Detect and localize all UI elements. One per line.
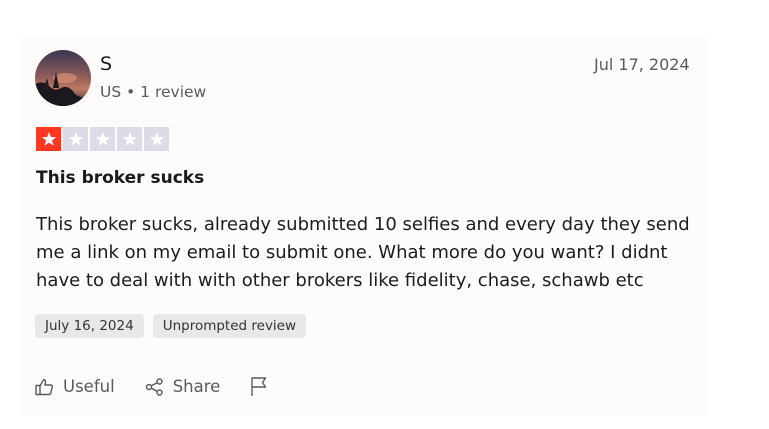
review-title[interactable]: This broker sucks bbox=[36, 168, 204, 188]
share-button[interactable]: Share bbox=[145, 377, 221, 396]
useful-button[interactable]: Useful bbox=[35, 377, 115, 396]
star-icon bbox=[41, 132, 56, 146]
star-icon bbox=[95, 132, 110, 146]
star-empty bbox=[63, 127, 88, 151]
review-actions: Useful Share bbox=[35, 376, 268, 397]
review-tags: July 16, 2024 Unprompted review bbox=[35, 314, 307, 338]
share-icon bbox=[145, 377, 164, 396]
star-icon bbox=[122, 132, 137, 146]
reviewer-name[interactable]: S bbox=[100, 53, 112, 75]
thumbs-up-icon bbox=[35, 378, 54, 396]
star-empty bbox=[144, 127, 169, 151]
review-date: Jul 17, 2024 bbox=[594, 55, 690, 74]
avatar[interactable] bbox=[35, 50, 91, 106]
star-rating bbox=[36, 127, 169, 151]
useful-label: Useful bbox=[63, 377, 115, 396]
review-body: This broker sucks, already submitted 10 … bbox=[36, 214, 690, 291]
report-button[interactable] bbox=[250, 376, 268, 397]
experience-date-tag: July 16, 2024 bbox=[35, 314, 144, 338]
star-empty bbox=[90, 127, 115, 151]
share-label: Share bbox=[172, 377, 221, 396]
star-empty bbox=[117, 127, 142, 151]
star-icon bbox=[68, 132, 83, 146]
reviewer-meta: US • 1 review bbox=[100, 83, 207, 101]
review-type-tag: Unprompted review bbox=[152, 314, 307, 338]
star-filled bbox=[36, 127, 61, 151]
star-icon bbox=[149, 132, 164, 146]
flag-icon bbox=[250, 376, 268, 397]
